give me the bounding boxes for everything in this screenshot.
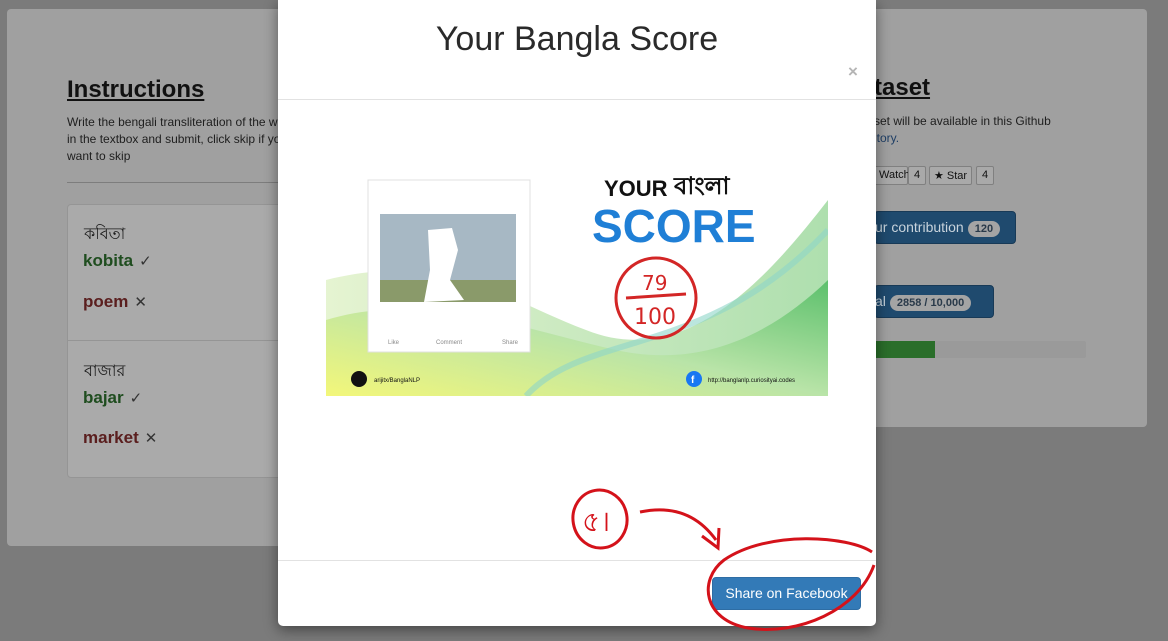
github-icon bbox=[351, 371, 367, 387]
github-repo-link[interactable]: itory. bbox=[874, 131, 899, 145]
score-heading-bn: বাংলা bbox=[673, 172, 731, 200]
goal-button[interactable]: al 2858 / 10,000 bbox=[874, 285, 994, 318]
score-total: 100 bbox=[634, 305, 676, 330]
instructions-text: Write the bengali transliteration of the… bbox=[67, 115, 295, 163]
github-star-count: 4 bbox=[976, 166, 995, 185]
answer-wrong: market ✕ bbox=[83, 428, 158, 447]
cross-icon: ✕ bbox=[144, 430, 158, 447]
dataset-title: taset bbox=[874, 74, 931, 101]
goal-count: 2858 / 10,000 bbox=[889, 295, 972, 311]
modal-title: Your Bangla Score bbox=[435, 20, 719, 58]
contribution-button[interactable]: ur contribution 120 bbox=[874, 211, 1016, 244]
score-value: 79 bbox=[642, 271, 667, 295]
instructions-title: Instructions bbox=[67, 76, 205, 103]
score-card-image: Like Comment Share YOUR বাংলা SCORE 79 1… bbox=[326, 130, 828, 396]
modal-header-divider bbox=[278, 99, 876, 100]
site-url: http://banglanlp.curiosityai.codes bbox=[708, 378, 795, 384]
goal-progress-bar bbox=[874, 341, 1086, 358]
answer-correct: kobita ✓ bbox=[83, 251, 152, 270]
post-preview: Like Comment Share bbox=[367, 179, 531, 353]
github-watch-button[interactable]: Watch bbox=[874, 166, 910, 185]
bengali-word: কবিতা bbox=[84, 224, 126, 243]
word-card-2: বাজার bajar ✓ market ✕ bbox=[67, 340, 307, 478]
github-handle: arijitx/BanglaNLP bbox=[374, 378, 420, 384]
answer-wrong: poem ✕ bbox=[83, 292, 147, 311]
close-icon[interactable]: × bbox=[848, 62, 858, 82]
bengali-word: বাজার bbox=[84, 361, 126, 380]
instructions-divider bbox=[67, 182, 307, 183]
dataset-text: set will be available in this Github ito… bbox=[874, 114, 1051, 145]
goal-progress-fill bbox=[874, 341, 935, 358]
word-card-1: কবিতা kobita ✓ poem ✕ bbox=[67, 204, 307, 341]
post-action: Comment bbox=[436, 340, 462, 346]
post-action: Like bbox=[388, 340, 400, 346]
contribution-count: 120 bbox=[967, 221, 1001, 237]
modal-footer-divider bbox=[278, 560, 876, 561]
cross-icon: ✕ bbox=[134, 294, 147, 311]
share-on-facebook-button[interactable]: Share on Facebook bbox=[712, 577, 861, 610]
check-icon: ✓ bbox=[129, 390, 143, 407]
score-modal: Your Bangla Score × Like Comment Share Y… bbox=[278, 0, 876, 626]
check-icon: ✓ bbox=[139, 253, 152, 270]
github-star-button[interactable]: ★ Star bbox=[929, 166, 973, 185]
post-action: Share bbox=[502, 340, 519, 346]
answer-correct: bajar ✓ bbox=[83, 388, 143, 407]
github-watch-count: 4 bbox=[908, 166, 927, 185]
score-heading-en: YOUR bbox=[604, 176, 668, 201]
score-heading-score: SCORE bbox=[592, 200, 756, 252]
